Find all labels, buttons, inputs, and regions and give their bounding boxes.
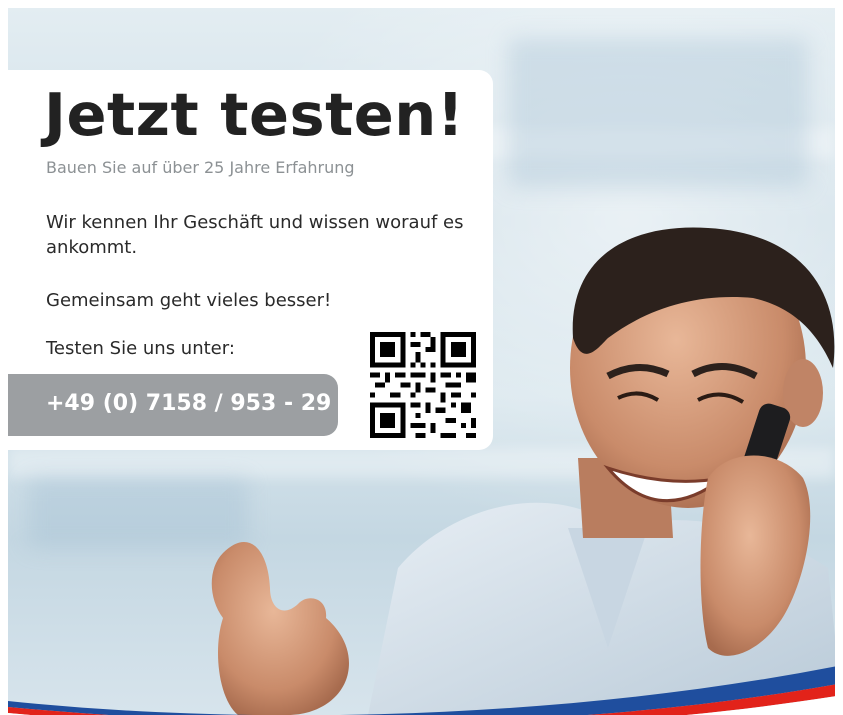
paragraph-experience: Wir kennen Ihr Geschäft und wissen worau…	[46, 212, 464, 258]
brand-swoosh	[8, 666, 835, 715]
advertisement: Jetzt testen! Bauen Sie auf über 25 Jahr…	[0, 0, 843, 715]
paragraph-together: Gemeinsam geht vieles besser!	[46, 290, 332, 311]
qr-code-icon[interactable]	[370, 332, 476, 438]
subline: Bauen Sie auf über 25 Jahre Erfahrung	[46, 158, 355, 177]
phone-number-badge[interactable]: +49 (0) 7158 / 953 - 29	[8, 374, 338, 436]
phone-number[interactable]: +49 (0) 7158 / 953 - 29	[46, 391, 331, 416]
info-card: Jetzt testen! Bauen Sie auf über 25 Jahr…	[8, 70, 493, 450]
headline: Jetzt testen!	[44, 80, 465, 149]
